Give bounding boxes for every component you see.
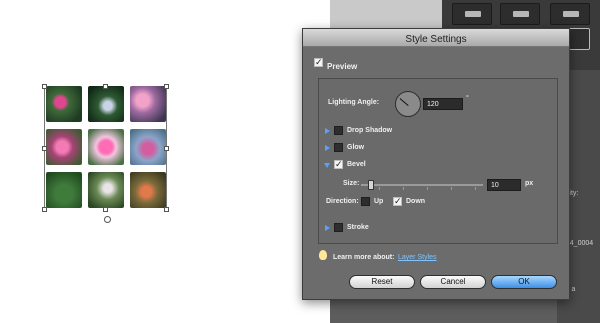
photo-tile[interactable] [130, 129, 166, 165]
transform-handle[interactable] [164, 146, 169, 151]
angle-needle [399, 98, 409, 106]
drop-shadow-checkbox[interactable] [334, 126, 343, 135]
drop-shadow-label: Drop Shadow [347, 127, 393, 134]
thumbnail-button-icon [465, 11, 481, 17]
dialog-titlebar[interactable]: Style Settings [303, 29, 569, 47]
thumbnail-button-icon [513, 11, 529, 17]
photo-tile[interactable] [46, 86, 82, 122]
photo-tile[interactable] [46, 172, 82, 208]
disclosure-triangle-icon[interactable] [325, 145, 330, 151]
effect-thumbnail[interactable] [550, 3, 590, 25]
transform-handle[interactable] [42, 146, 47, 151]
document-canvas[interactable] [0, 0, 330, 323]
photo-tile[interactable] [130, 172, 166, 208]
style-settings-dialog: Style Settings Preview Lighting Angle: 1… [302, 28, 570, 300]
layer-styles-link[interactable]: Layer Styles [398, 254, 437, 261]
photo-tile[interactable] [88, 129, 124, 165]
glow-checkbox[interactable] [334, 143, 343, 152]
transform-handle[interactable] [103, 84, 108, 89]
size-unit-label: px [525, 180, 534, 187]
rotate-handle-icon[interactable] [104, 216, 111, 223]
disclosure-triangle-icon[interactable] [325, 225, 330, 231]
direction-up-label: Up [374, 198, 384, 205]
slider-tick [403, 187, 404, 190]
slider-tick [427, 187, 428, 190]
direction-label: Direction: [326, 198, 359, 205]
size-input[interactable]: 10 [487, 179, 521, 191]
stroke-label: Stroke [347, 224, 369, 231]
size-label: Size: [343, 180, 360, 187]
photo-tile[interactable] [130, 86, 166, 122]
style-options-panel: Lighting Angle: 120 ° Drop Shadow Glow B… [318, 78, 558, 244]
lighting-angle-input[interactable]: 120 [423, 98, 463, 110]
reset-button[interactable]: Reset [349, 275, 415, 289]
effect-thumbnail[interactable] [500, 3, 540, 25]
slider-tick [451, 187, 452, 190]
thumbnail-button-icon [563, 11, 579, 17]
ok-button[interactable]: OK [491, 275, 557, 289]
disclosure-triangle-icon[interactable] [324, 163, 330, 168]
photo-tile[interactable] [46, 129, 82, 165]
photo-tile[interactable] [88, 86, 124, 122]
slider-tick [475, 187, 476, 190]
lighting-angle-label: Lighting Angle: [328, 99, 380, 106]
transform-handle[interactable] [42, 207, 47, 212]
bevel-checkbox[interactable] [334, 159, 343, 170]
slider-tick [379, 187, 380, 190]
cancel-button[interactable]: Cancel [420, 275, 486, 289]
bevel-label: Bevel [347, 161, 366, 168]
transform-handle[interactable] [164, 207, 169, 212]
degree-symbol: ° [466, 95, 469, 102]
photo-tile[interactable] [88, 172, 124, 208]
dialog-title: Style Settings [405, 34, 467, 45]
size-slider-track[interactable] [361, 184, 483, 186]
direction-down-label: Down [406, 198, 426, 205]
disclosure-triangle-icon[interactable] [325, 128, 330, 134]
size-slider-thumb[interactable] [368, 180, 374, 190]
direction-down-radio[interactable] [393, 196, 402, 207]
preview-label: Preview [327, 62, 358, 71]
stroke-checkbox[interactable] [334, 223, 343, 232]
effect-thumbnail[interactable] [452, 3, 492, 25]
transform-handle[interactable] [42, 84, 47, 89]
transform-handle[interactable] [164, 84, 169, 89]
direction-up-radio[interactable] [361, 197, 370, 206]
preview-checkbox[interactable] [314, 57, 323, 68]
transform-handle[interactable] [103, 207, 108, 212]
angle-dial-icon[interactable] [395, 91, 421, 117]
learn-more-label: Learn more about: [333, 254, 395, 261]
glow-label: Glow [347, 144, 365, 151]
lightbulb-icon [319, 250, 327, 260]
